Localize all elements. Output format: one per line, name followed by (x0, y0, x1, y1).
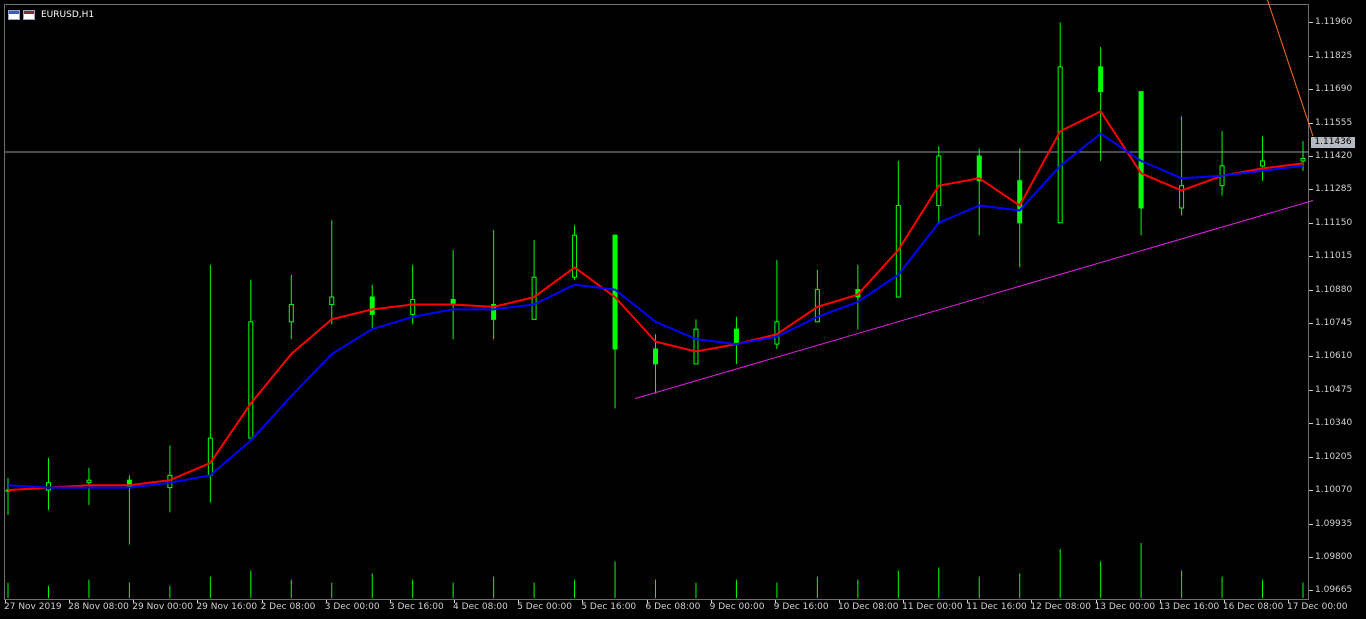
price-candle-body (1057, 66, 1063, 224)
chart-window-icon[interactable] (8, 10, 20, 20)
price-tick-mark (1309, 155, 1313, 157)
price-tick-label: 1.10745 (1315, 318, 1353, 329)
price-tick-mark (1309, 289, 1313, 291)
price-axis[interactable]: 1.11960 1.11825 1.11690 1.11555 1.11420 1.112… (1309, 0, 1366, 600)
price-candle-body (1300, 157, 1306, 162)
time-tick-label: 28 Nov 08:00 (68, 602, 129, 612)
price-tick-label: 1.11825 (1315, 50, 1353, 61)
price-tick-label: 1.10070 (1315, 485, 1353, 496)
chart-window-icon-alt[interactable] (23, 10, 35, 20)
trendline-upper (1266, 0, 1314, 137)
symbol-text: EURUSD,H1 (41, 10, 95, 20)
price-tick-label: 1.09935 (1315, 518, 1353, 529)
time-tick-label: 5 Dec 00:00 (517, 602, 572, 612)
price-tick-label: 1.11555 (1315, 117, 1353, 128)
price-candle-body (369, 296, 375, 315)
time-tick-label: 11 Dec 16:00 (966, 602, 1027, 612)
price-candle-body (1260, 160, 1266, 167)
price-candle-body (733, 328, 739, 345)
price-candle-body (207, 437, 213, 476)
price-candle-body (693, 328, 699, 365)
price-tick-mark (1309, 590, 1313, 592)
time-axis[interactable]: 27 Nov 2019 28 Nov 08:00 29 Nov 00:00 29 No… (0, 600, 1366, 619)
price-candle-body (572, 234, 578, 278)
price-tick-label: 1.11150 (1315, 217, 1353, 228)
price-tick-label: 1.10880 (1315, 284, 1353, 295)
price-tick-mark (1309, 523, 1313, 525)
price-tick-label: 1.11420 (1315, 150, 1353, 161)
chart-window[interactable]: EURUSD,H1 1.11960 1.11825 1.11690 1.11555 1.… (0, 0, 1366, 619)
price-candle-body (248, 321, 254, 439)
price-candle-body (86, 479, 92, 484)
time-tick-label: 16 Dec 08:00 (1222, 602, 1284, 612)
time-tick-label: 3 Dec 16:00 (388, 602, 444, 612)
time-tick-label: 9 Dec 00:00 (709, 602, 765, 612)
price-tick-mark (1309, 356, 1313, 358)
price-tick-label: 1.11690 (1315, 84, 1353, 95)
time-tick-label: 27 Nov 2019 (4, 602, 62, 612)
time-tick-label: 29 Nov 00:00 (132, 602, 193, 612)
time-tick-label: 5 Dec 16:00 (581, 602, 637, 612)
price-candle-body (653, 348, 658, 365)
time-tick-label: 10 Dec 08:00 (837, 602, 899, 612)
current-price-badge: 1.11436 (1311, 137, 1355, 148)
chart-svg (5, 0, 1314, 598)
price-tick-mark (1309, 556, 1313, 558)
price-tick-mark (1309, 222, 1313, 224)
price-tick-mark (1309, 89, 1313, 91)
price-candle-body (329, 296, 335, 305)
price-candle-body (936, 155, 942, 206)
price-tick-label: 1.09665 (1315, 585, 1353, 596)
time-tick-label: 29 Nov 16:00 (196, 602, 258, 612)
price-tick-label: 1.11015 (1315, 251, 1353, 262)
time-tick-label: 6 Dec 08:00 (645, 602, 701, 612)
price-tick-mark (1309, 490, 1313, 492)
price-tick-mark (1309, 323, 1313, 325)
time-tick-label: 12 Dec 08:00 (1030, 602, 1091, 612)
price-tick-mark (1309, 22, 1313, 24)
time-tick-label: 13 Dec 00:00 (1094, 602, 1156, 612)
time-tick-label: 11 Dec 00:00 (902, 602, 963, 612)
price-tick-mark (1309, 389, 1313, 391)
time-tick-label: 4 Dec 08:00 (453, 602, 508, 612)
price-tick-label: 1.10610 (1315, 351, 1353, 362)
price-tick-mark (1309, 456, 1313, 458)
price-tick-mark (1309, 122, 1313, 124)
price-candle-body (288, 303, 294, 323)
price-candle-body (1138, 91, 1144, 209)
price-tick-mark (1309, 256, 1313, 258)
price-tick-mark (1309, 189, 1313, 191)
time-tick-label: 13 Dec 16:00 (1158, 602, 1220, 612)
symbol-label: EURUSD,H1 (8, 8, 94, 22)
price-candle-body (45, 482, 51, 491)
price-tick-label: 1.10475 (1315, 384, 1353, 395)
price-tick-label: 1.11960 (1315, 17, 1353, 28)
trendline-lower (635, 200, 1314, 400)
time-tick-label: 9 Dec 16:00 (773, 602, 829, 612)
ma-slow-line (7, 132, 1304, 489)
time-tick-label: 17 Dec 00:00 (1287, 602, 1348, 612)
price-tick-mark (1309, 55, 1313, 57)
price-tick-mark (1309, 423, 1313, 425)
price-candle-body (410, 299, 416, 315)
price-tick-label: 1.10205 (1315, 451, 1353, 462)
price-candle-body (1098, 66, 1104, 93)
price-tick-label: 1.11285 (1315, 184, 1353, 195)
price-tick-label: 1.10340 (1315, 418, 1353, 429)
price-candle-body (976, 155, 982, 182)
price-candle-body (612, 234, 618, 350)
price-tick-label: 1.09800 (1315, 551, 1353, 562)
time-tick-label: 3 Dec 00:00 (324, 602, 380, 612)
ma-fast-line (7, 110, 1304, 492)
time-tick-label: 2 Dec 08:00 (260, 602, 316, 612)
